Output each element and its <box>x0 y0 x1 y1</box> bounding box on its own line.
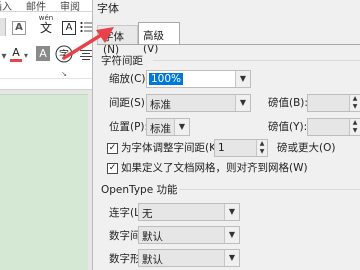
font-color-letter: A <box>12 46 20 59</box>
ribbon-tab-bar: 插入 邮件 审阅 <box>0 0 92 13</box>
section-divider <box>179 189 360 190</box>
spacing-by-label: 磅值(B): <box>268 97 308 109</box>
position-by-label: 磅值(Y): <box>268 121 308 133</box>
position-combo[interactable]: 标准 ▼ <box>146 118 190 136</box>
document-page[interactable] <box>0 94 88 270</box>
font-size-combo-edge[interactable] <box>0 18 6 36</box>
num-form-combo[interactable]: 默认 ▼ <box>138 249 240 267</box>
spin-down-icon[interactable]: ▼ <box>256 148 267 156</box>
ribbon-divider <box>0 78 92 79</box>
spin-up-icon[interactable]: ▲ <box>349 95 360 103</box>
clear-format-icon[interactable]: A <box>12 21 26 35</box>
kerning-suffix: 磅或更大(O) <box>277 142 336 154</box>
opentype-section-title: OpenType 功能 <box>101 184 178 196</box>
dialog-title: 字体 <box>97 2 119 15</box>
spin-up-icon[interactable]: ▲ <box>349 119 360 127</box>
spacing-value: 标准 <box>150 99 171 111</box>
chevron-down-icon[interactable]: ▼ <box>224 227 239 243</box>
ligatures-combo[interactable]: 无 ▼ <box>138 203 240 221</box>
tab-panel-border <box>97 44 360 45</box>
phonetic-guide-button[interactable]: wén 文 <box>36 14 56 35</box>
kerning-label: 为字体调整字间距(K): <box>121 142 224 154</box>
section-divider <box>153 60 360 61</box>
annotation-arrow-icon <box>62 27 114 60</box>
num-spacing-value: 默认 <box>142 231 163 243</box>
grid-align-checkbox[interactable]: ✓ <box>107 163 118 174</box>
kerning-checkbox[interactable]: ✓ <box>107 143 118 154</box>
position-value: 标准 <box>150 123 171 135</box>
chevron-down-icon[interactable]: ▼ <box>235 95 250 111</box>
grid-align-label: 如果定义了文档网格，则对齐到网格(W) <box>121 162 308 174</box>
num-form-value: 默认 <box>142 254 163 266</box>
font-color-button[interactable]: A <box>10 46 22 62</box>
position-label: 位置(P): <box>109 121 149 133</box>
document-area <box>0 90 92 270</box>
kerning-value: 1 <box>218 142 225 154</box>
position-by-spinner[interactable]: ▲ ▼ <box>307 118 360 136</box>
spacing-combo[interactable]: 标准 ▼ <box>146 94 251 112</box>
char-shading-button[interactable]: A <box>36 46 50 61</box>
chevron-down-icon[interactable]: ▼ <box>174 119 189 135</box>
spacing-by-spinner[interactable]: ▲ ▼ <box>307 94 360 112</box>
kerning-spinner[interactable]: 1 ▲ ▼ <box>214 139 268 157</box>
phonetic-char: 文 <box>39 21 52 35</box>
font-dialog-launcher-icon[interactable]: ↘ <box>60 70 68 78</box>
chevron-down-icon[interactable]: ▼ <box>235 71 250 87</box>
scale-combo[interactable]: 100% ▼ <box>146 70 251 88</box>
spin-down-icon[interactable]: ▼ <box>349 103 360 111</box>
spin-up-icon[interactable]: ▲ <box>256 140 267 148</box>
ligatures-value: 无 <box>142 208 153 220</box>
tab-advanced[interactable]: 高级(V) <box>138 22 180 55</box>
num-spacing-combo[interactable]: 默认 ▼ <box>138 226 240 244</box>
chevron-down-icon[interactable]: ▼ <box>224 250 239 266</box>
chevron-down-icon[interactable]: ▼ <box>224 204 239 220</box>
font-color-dropdown-icon[interactable]: ▾ <box>22 49 30 63</box>
spin-down-icon[interactable]: ▼ <box>349 127 360 135</box>
font-dialog: 字体 字体(N) 高级(V) 字符间距 缩放(C): 100% ▼ 间距(S):… <box>92 0 360 270</box>
scale-value: 100% <box>149 73 184 85</box>
spacing-label: 间距(S): <box>109 97 149 109</box>
dropdown-caret-icon[interactable]: ▾ <box>0 50 8 64</box>
scale-label: 缩放(C): <box>109 73 150 85</box>
